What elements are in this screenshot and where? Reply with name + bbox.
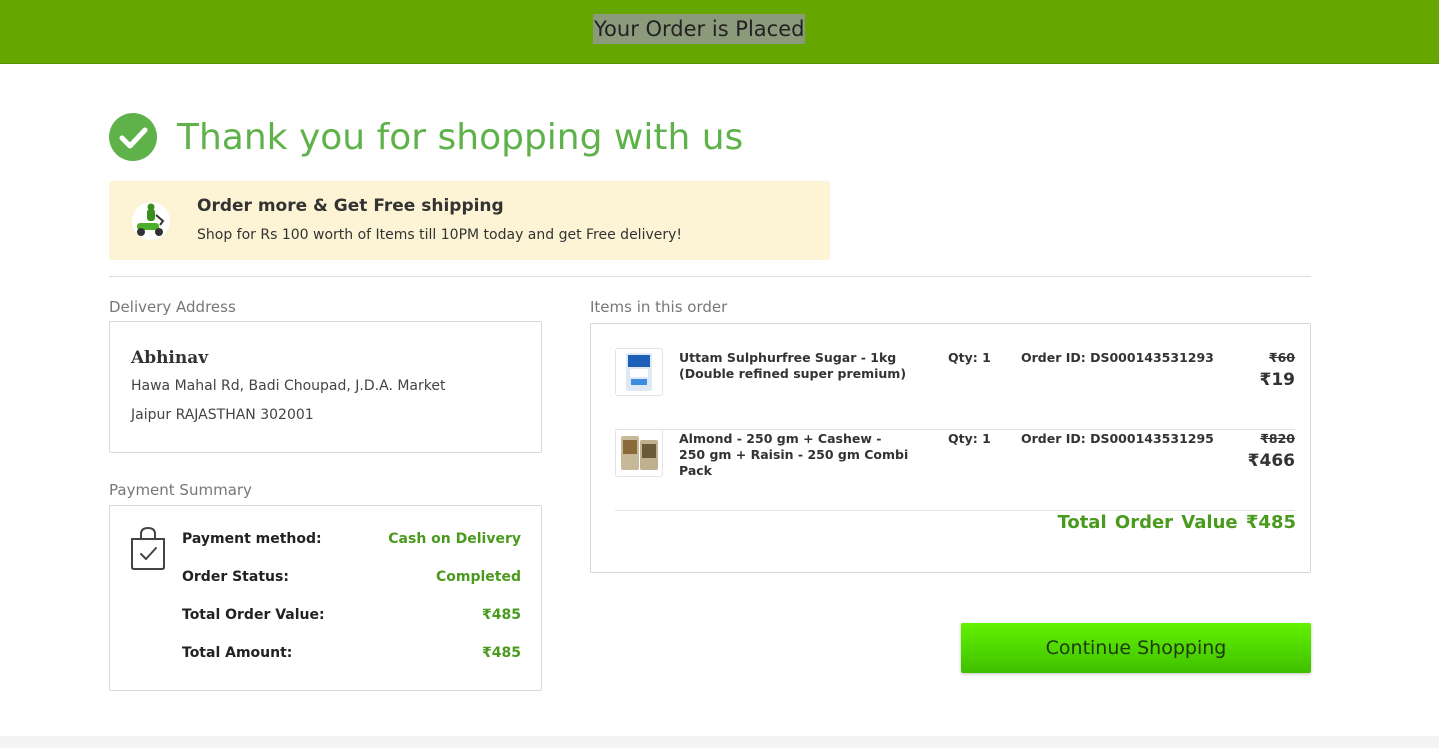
- shopping-bag-check-icon: [131, 526, 165, 570]
- total-amount-label: Total Amount:: [182, 645, 293, 661]
- total-order-value-amount: ₹485: [482, 607, 521, 623]
- promo-subtext: Shop for Rs 100 worth of Items till 10PM…: [197, 227, 683, 243]
- total-amount-row: Total Amount: ₹485: [182, 645, 521, 665]
- payment-method-label: Payment method:: [182, 531, 322, 547]
- top-banner: Your Order is Placed: [0, 0, 1439, 64]
- thank-you-heading: Thank you for shopping with us: [177, 117, 744, 158]
- items-in-order-label: Items in this order: [590, 298, 728, 316]
- order-placed-title: Your Order is Placed: [593, 14, 806, 44]
- item-mrp: ₹820: [1260, 431, 1295, 446]
- item-name[interactable]: Uttam Sulphurfree Sugar - 1kg (Double re…: [679, 350, 909, 382]
- footer-strip: [0, 736, 1439, 748]
- promo-heading: Order more & Get Free shipping: [197, 196, 504, 216]
- item-price: ₹466: [1247, 451, 1295, 471]
- payment-summary-card: Payment method: Cash on Delivery Order S…: [109, 505, 542, 691]
- order-status-value: Completed: [435, 569, 521, 585]
- payment-method-value: Cash on Delivery: [388, 531, 521, 547]
- item-order-id: Order ID: DS000143531293: [1021, 350, 1214, 365]
- section-divider: [109, 276, 1311, 277]
- delivery-scooter-icon: [132, 202, 170, 240]
- delivery-address-card: Abhinav Hawa Mahal Rd, Badi Choupad, J.D…: [109, 321, 542, 453]
- order-status-label: Order Status:: [182, 569, 289, 585]
- item-quantity: Qty: 1: [948, 350, 991, 365]
- sugar-pack-thumbnail[interactable]: [615, 348, 663, 396]
- dry-fruits-pack-thumbnail[interactable]: [615, 429, 663, 477]
- order-total: Total Order Value ₹485: [1057, 512, 1296, 533]
- free-shipping-banner: Order more & Get Free shipping Shop for …: [109, 181, 830, 260]
- delivery-address-label: Delivery Address: [109, 298, 236, 316]
- order-total-value: ₹485: [1245, 512, 1296, 533]
- item-quantity: Qty: 1: [948, 431, 991, 446]
- order-status-row: Order Status: Completed: [182, 569, 521, 589]
- continue-shopping-button[interactable]: Continue Shopping: [961, 623, 1311, 673]
- total-order-value-label: Total Order Value:: [182, 607, 325, 623]
- item-mrp: ₹60: [1268, 350, 1295, 365]
- address-line-1: Hawa Mahal Rd, Badi Choupad, J.D.A. Mark…: [131, 378, 446, 394]
- payment-method-row: Payment method: Cash on Delivery: [182, 531, 521, 551]
- customer-name: Abhinav: [131, 348, 209, 368]
- total-order-value-row: Total Order Value: ₹485: [182, 607, 521, 627]
- check-circle-icon: [109, 113, 157, 161]
- order-total-label: Total Order Value: [1057, 512, 1238, 533]
- order-item-row[interactable]: Uttam Sulphurfree Sugar - 1kg (Double re…: [615, 348, 1295, 430]
- item-order-id: Order ID: DS000143531295: [1021, 431, 1214, 446]
- order-item-row[interactable]: Almond - 250 gm + Cashew - 250 gm + Rais…: [615, 429, 1295, 511]
- item-price: ₹19: [1259, 370, 1296, 390]
- order-items-card: Uttam Sulphurfree Sugar - 1kg (Double re…: [590, 323, 1311, 573]
- item-name[interactable]: Almond - 250 gm + Cashew - 250 gm + Rais…: [679, 431, 909, 479]
- payment-summary-label: Payment Summary: [109, 481, 252, 499]
- total-amount-value: ₹485: [482, 645, 521, 661]
- address-line-2: Jaipur RAJASTHAN 302001: [131, 407, 314, 423]
